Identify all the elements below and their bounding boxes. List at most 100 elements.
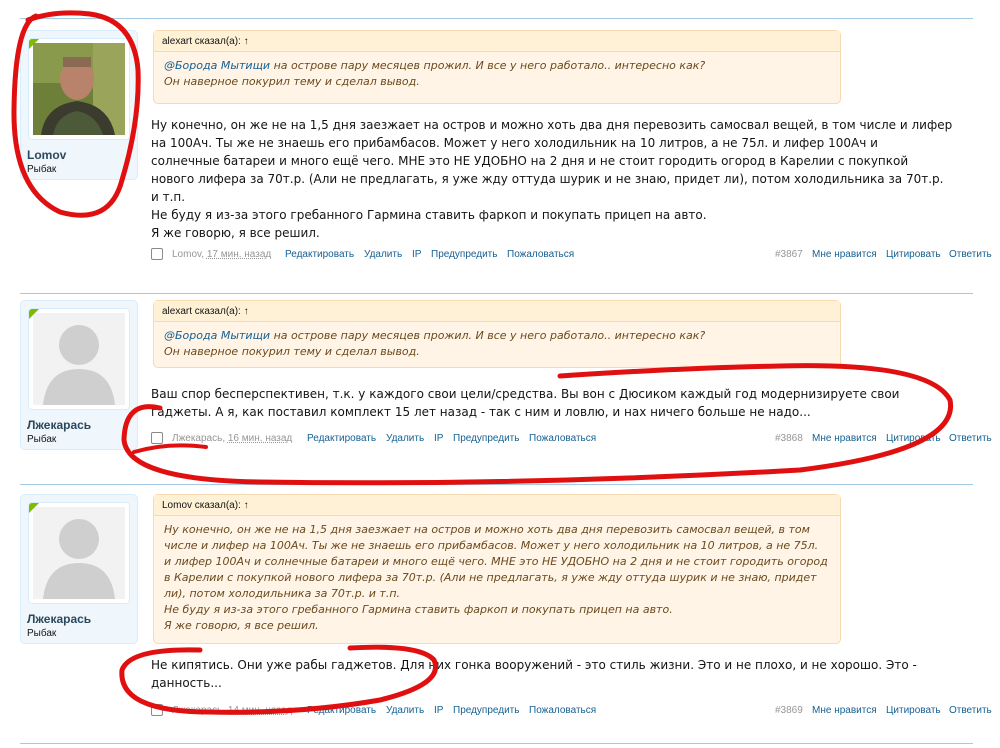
quote-header[interactable]: alexart сказал(а): ↑ — [154, 301, 840, 322]
message-line: и т.п. — [151, 190, 186, 204]
user-block: Лжекарась Рыбак — [20, 300, 138, 450]
default-avatar-icon — [33, 313, 125, 405]
quote-line: числе и лифер на 100Ач. Ты же не знаешь … — [164, 539, 819, 552]
post-time[interactable]: 16 мин. назад — [228, 433, 292, 444]
warn-link[interactable]: Предупредить — [431, 249, 497, 260]
post-author: Lomov, 17 мин. назад — [172, 249, 272, 260]
avatar[interactable] — [28, 38, 130, 140]
post-number[interactable]: #3867 — [775, 249, 803, 260]
report-link[interactable]: Пожаловаться — [529, 433, 596, 444]
quote-line: Не буду я из-за этого гребанного Гармина… — [164, 603, 673, 616]
edit-link[interactable]: Редактировать — [307, 705, 376, 716]
post-meta: Lomov, 17 мин. назад Редактировать Удали… — [151, 248, 992, 262]
quote-text: @Борода Мытищи на острове пару месяцев п… — [154, 52, 840, 90]
ip-link[interactable]: IP — [434, 433, 443, 444]
post-time[interactable]: 17 мин. назад — [207, 249, 271, 260]
online-indicator — [29, 503, 39, 513]
quote-line: Я же говорю, я все решил. — [164, 619, 319, 632]
quote-line: и лифер 100Ач и солнечные батареи и мног… — [164, 555, 828, 568]
post-separator — [20, 293, 973, 294]
select-checkbox[interactable] — [151, 432, 163, 444]
post-number[interactable]: #3868 — [775, 433, 803, 444]
select-checkbox[interactable] — [151, 248, 163, 260]
post-3867: Lomov Рыбак alexart сказал(а): ↑ @Борода… — [20, 30, 992, 270]
user-title: Рыбак — [27, 164, 57, 175]
quote-line: ли), потом холодильника за 70т.р. и т.п. — [164, 587, 401, 600]
quote-line: Ну конечно, он же не на 1,5 дня заезжает… — [164, 523, 810, 536]
message-line: солнечные батареи и много ещё чего. МНЕ … — [151, 154, 909, 168]
post-author: Лжекарась, 16 мин. назад — [172, 433, 293, 444]
user-title: Рыбак — [27, 628, 57, 639]
delete-link[interactable]: Удалить — [386, 705, 424, 716]
default-avatar-icon — [33, 507, 125, 599]
edit-link[interactable]: Редактировать — [285, 249, 354, 260]
user-photo-icon — [33, 43, 125, 135]
post-meta: Лжекарась, 16 мин. назад Редактировать У… — [151, 432, 992, 446]
message-line: Не кипятись. Они уже рабы гаджетов. Для … — [151, 658, 917, 672]
reply-link[interactable]: Ответить — [949, 249, 992, 260]
report-link[interactable]: Пожаловаться — [529, 705, 596, 716]
delete-link[interactable]: Удалить — [364, 249, 402, 260]
post-number[interactable]: #3869 — [775, 705, 803, 716]
author-name[interactable]: Лжекарась — [172, 433, 222, 444]
online-indicator — [29, 309, 39, 319]
quote-block: alexart сказал(а): ↑ @Борода Мытищи на о… — [153, 30, 841, 104]
ip-link[interactable]: IP — [434, 705, 443, 716]
user-block: Лжекарась Рыбак — [20, 494, 138, 644]
message-line: Ну конечно, он же не на 1,5 дня заезжает… — [151, 118, 953, 132]
message-line: Я же говорю, я все решил. — [151, 226, 320, 240]
quote-text: Ну конечно, он же не на 1,5 дня заезжает… — [154, 516, 840, 634]
quote-text: @Борода Мытищи на острове пару месяцев п… — [154, 322, 840, 360]
quote-block: Lomov сказал(а): ↑ Ну конечно, он же не … — [153, 494, 841, 644]
quote-header[interactable]: alexart сказал(а): ↑ — [154, 31, 840, 52]
message-text: Не кипятись. Они уже рабы гаджетов. Для … — [151, 656, 971, 692]
quote-header[interactable]: Lomov сказал(а): ↑ — [154, 495, 840, 516]
message-line: Ваш спор бесперспективен, т.к. у каждого… — [151, 387, 900, 401]
quote-line: в Карелии с покупкой нового лифера за 70… — [164, 571, 817, 584]
post-separator — [20, 18, 973, 19]
quote-link[interactable]: Цитировать — [886, 433, 941, 444]
quote-line: на острове пару месяцев прожил. И все у … — [270, 329, 706, 342]
message-line: Не буду я из-за этого гребанного Гармина… — [151, 208, 707, 222]
post-time[interactable]: 14 мин. назад — [228, 705, 292, 716]
ip-link[interactable]: IP — [412, 249, 421, 260]
user-block: Lomov Рыбак — [20, 30, 138, 180]
post-3868: Лжекарась Рыбак alexart сказал(а): ↑ @Бо… — [20, 300, 992, 460]
username[interactable]: Лжекарась — [27, 612, 91, 626]
reply-link[interactable]: Ответить — [949, 433, 992, 444]
user-title: Рыбак — [27, 434, 57, 445]
post-author: Лжекарась, 14 мин. назад — [172, 705, 293, 716]
username[interactable]: Лжекарась — [27, 418, 91, 432]
quote-line: Он наверное покурил тему и сделал вывод. — [164, 345, 420, 358]
quote-link[interactable]: Цитировать — [886, 249, 941, 260]
post-meta: Лжекарась, 14 мин. назад Редактировать У… — [151, 704, 992, 718]
quote-block: alexart сказал(а): ↑ @Борода Мытищи на о… — [153, 300, 841, 368]
message-line: гаджеты. А я, как поставил комплект 15 л… — [151, 405, 811, 419]
warn-link[interactable]: Предупредить — [453, 433, 519, 444]
reply-link[interactable]: Ответить — [949, 705, 992, 716]
online-indicator — [29, 39, 39, 49]
author-name[interactable]: Лжекарась — [172, 705, 222, 716]
select-checkbox[interactable] — [151, 704, 163, 716]
quote-line: Он наверное покурил тему и сделал вывод. — [164, 75, 420, 88]
delete-link[interactable]: Удалить — [386, 433, 424, 444]
user-mention[interactable]: @Борода Мытищи — [164, 59, 270, 72]
post-3869: Лжекарась Рыбак Lomov сказал(а): ↑ Ну ко… — [20, 494, 992, 724]
avatar[interactable] — [28, 308, 130, 410]
message-text: Ваш спор бесперспективен, т.к. у каждого… — [151, 385, 971, 421]
quote-link[interactable]: Цитировать — [886, 705, 941, 716]
username[interactable]: Lomov — [27, 148, 66, 162]
warn-link[interactable]: Предупредить — [453, 705, 519, 716]
quote-line: на острове пару месяцев прожил. И все у … — [270, 59, 706, 72]
like-link[interactable]: Мне нравится — [812, 433, 877, 444]
avatar[interactable] — [28, 502, 130, 604]
report-link[interactable]: Пожаловаться — [507, 249, 574, 260]
message-line: данность... — [151, 676, 222, 690]
edit-link[interactable]: Редактировать — [307, 433, 376, 444]
author-name[interactable]: Lomov — [172, 249, 201, 260]
post-separator — [20, 743, 973, 744]
post-separator — [20, 484, 973, 485]
like-link[interactable]: Мне нравится — [812, 249, 877, 260]
user-mention[interactable]: @Борода Мытищи — [164, 329, 270, 342]
like-link[interactable]: Мне нравится — [812, 705, 877, 716]
